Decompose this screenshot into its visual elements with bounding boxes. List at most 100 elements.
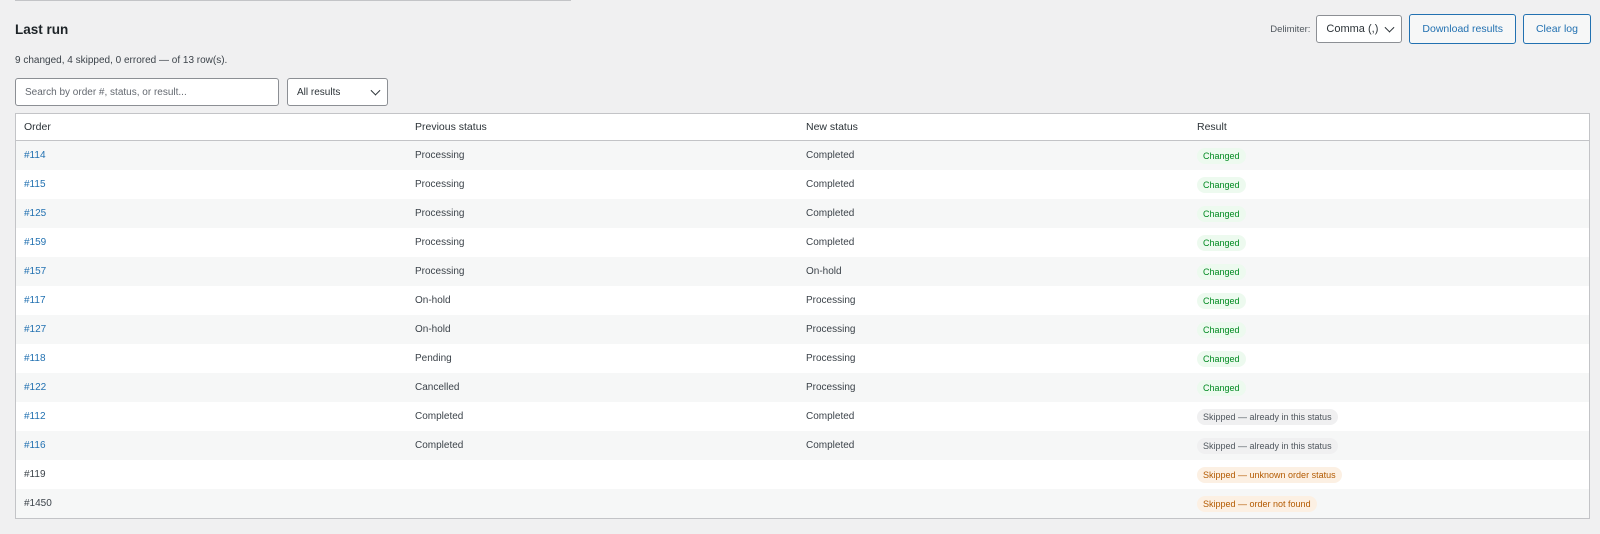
chevron-down-icon	[370, 85, 381, 96]
column-header-order[interactable]: Order	[16, 114, 407, 141]
previous-status-cell: On-hold	[407, 286, 798, 315]
result-cell: Changed	[1189, 170, 1589, 199]
table-row: #122 Cancelled Processing Changed	[16, 373, 1589, 402]
result-cell: Changed	[1189, 257, 1589, 286]
order-cell: #122	[16, 373, 407, 402]
result-cell: Skipped — already in this status	[1189, 402, 1589, 431]
result-cell: Changed	[1189, 199, 1589, 228]
column-header-result[interactable]: Result	[1189, 114, 1589, 141]
new-status-cell	[798, 489, 1189, 518]
top-divider	[15, 0, 571, 1]
result-filter-select[interactable]: All results	[287, 78, 388, 106]
page-title: Last run	[15, 21, 69, 37]
result-cell: Changed	[1189, 344, 1589, 373]
column-header-previous-status[interactable]: Previous status	[407, 114, 798, 141]
order-cell: #114	[16, 140, 407, 170]
result-badge: Changed	[1197, 292, 1246, 309]
previous-status-cell: Processing	[407, 199, 798, 228]
header-controls: Delimiter: Comma (,) Download results Cl…	[1270, 14, 1591, 44]
order-link[interactable]: #127	[24, 324, 46, 335]
order-cell: #119	[16, 460, 407, 489]
delimiter-select-value: Comma (,)	[1326, 23, 1379, 35]
result-badge: Changed	[1197, 350, 1246, 367]
result-cell: Skipped — order not found	[1189, 489, 1589, 518]
download-results-button[interactable]: Download results	[1409, 14, 1516, 44]
order-cell: #112	[16, 402, 407, 431]
result-badge: Skipped — order not found	[1197, 495, 1317, 512]
table-row: #115 Processing Completed Changed	[16, 170, 1589, 199]
result-badge: Changed	[1197, 379, 1246, 396]
previous-status-cell: Completed	[407, 402, 798, 431]
previous-status-cell: On-hold	[407, 315, 798, 344]
table-row: #1450 Skipped — order not found	[16, 489, 1589, 518]
table-row: #118 Pending Processing Changed	[16, 344, 1589, 373]
order-cell: #159	[16, 228, 407, 257]
table-row: #127 On-hold Processing Changed	[16, 315, 1589, 344]
order-link[interactable]: #115	[24, 179, 46, 190]
order-link[interactable]: #159	[24, 237, 46, 248]
result-badge: Changed	[1197, 176, 1246, 193]
table-row: #114 Processing Completed Changed	[16, 140, 1589, 170]
table-row: #119 Skipped — unknown order status	[16, 460, 1589, 489]
new-status-cell	[798, 460, 1189, 489]
run-summary: 9 changed, 4 skipped, 0 errored — of 13 …	[15, 55, 228, 66]
table-header-row: Order Previous status New status Result	[16, 114, 1589, 141]
order-link[interactable]: #125	[24, 208, 46, 219]
result-cell: Skipped — already in this status	[1189, 431, 1589, 460]
new-status-cell: Completed	[798, 431, 1189, 460]
new-status-cell: Processing	[798, 315, 1189, 344]
new-status-cell: Completed	[798, 140, 1189, 170]
result-badge: Changed	[1197, 234, 1246, 251]
result-badge: Skipped — already in this status	[1197, 408, 1338, 425]
previous-status-cell: Cancelled	[407, 373, 798, 402]
new-status-cell: Completed	[798, 402, 1189, 431]
order-link[interactable]: #112	[24, 411, 46, 422]
result-badge: Changed	[1197, 321, 1246, 338]
new-status-cell: Processing	[798, 344, 1189, 373]
table-row: #159 Processing Completed Changed	[16, 228, 1589, 257]
previous-status-cell: Pending	[407, 344, 798, 373]
result-cell: Changed	[1189, 140, 1589, 170]
order-link[interactable]: #114	[24, 150, 46, 161]
table-row: #117 On-hold Processing Changed	[16, 286, 1589, 315]
order-cell: #116	[16, 431, 407, 460]
result-cell: Changed	[1189, 228, 1589, 257]
table-row: #157 Processing On-hold Changed	[16, 257, 1589, 286]
order-link[interactable]: #116	[24, 440, 46, 451]
result-cell: Skipped — unknown order status	[1189, 460, 1589, 489]
order-link[interactable]: #122	[24, 382, 46, 393]
last-run-header: Last run Delimiter: Comma (,) Download r…	[15, 14, 1591, 44]
table-row: #125 Processing Completed Changed	[16, 199, 1589, 228]
order-cell: #117	[16, 286, 407, 315]
results-table: Order Previous status New status Result …	[15, 113, 1590, 519]
order-cell: #127	[16, 315, 407, 344]
column-header-new-status[interactable]: New status	[798, 114, 1189, 141]
new-status-cell: Completed	[798, 228, 1189, 257]
previous-status-cell	[407, 489, 798, 518]
table-row: #116 Completed Completed Skipped — already …	[16, 431, 1589, 460]
previous-status-cell: Processing	[407, 257, 798, 286]
new-status-cell: Processing	[798, 373, 1189, 402]
previous-status-cell	[407, 460, 798, 489]
chevron-down-icon	[1384, 22, 1395, 33]
clear-log-button[interactable]: Clear log	[1522, 14, 1591, 44]
result-badge: Changed	[1197, 147, 1246, 164]
order-cell: #115	[16, 170, 407, 199]
delimiter-select[interactable]: Comma (,)	[1316, 15, 1403, 43]
result-cell: Changed	[1189, 315, 1589, 344]
result-cell: Changed	[1189, 286, 1589, 315]
order-link[interactable]: #118	[24, 353, 46, 364]
order-link[interactable]: #157	[24, 266, 46, 277]
search-input[interactable]	[15, 78, 279, 106]
result-badge: Skipped — already in this status	[1197, 437, 1338, 454]
result-filter-value: All results	[297, 86, 341, 98]
new-status-cell: On-hold	[798, 257, 1189, 286]
order-cell: #118	[16, 344, 407, 373]
order-link[interactable]: #117	[24, 295, 46, 306]
order-cell: #157	[16, 257, 407, 286]
previous-status-cell: Processing	[407, 228, 798, 257]
previous-status-cell: Processing	[407, 170, 798, 199]
new-status-cell: Completed	[798, 170, 1189, 199]
filters-bar: All results	[15, 78, 388, 106]
result-cell: Changed	[1189, 373, 1589, 402]
